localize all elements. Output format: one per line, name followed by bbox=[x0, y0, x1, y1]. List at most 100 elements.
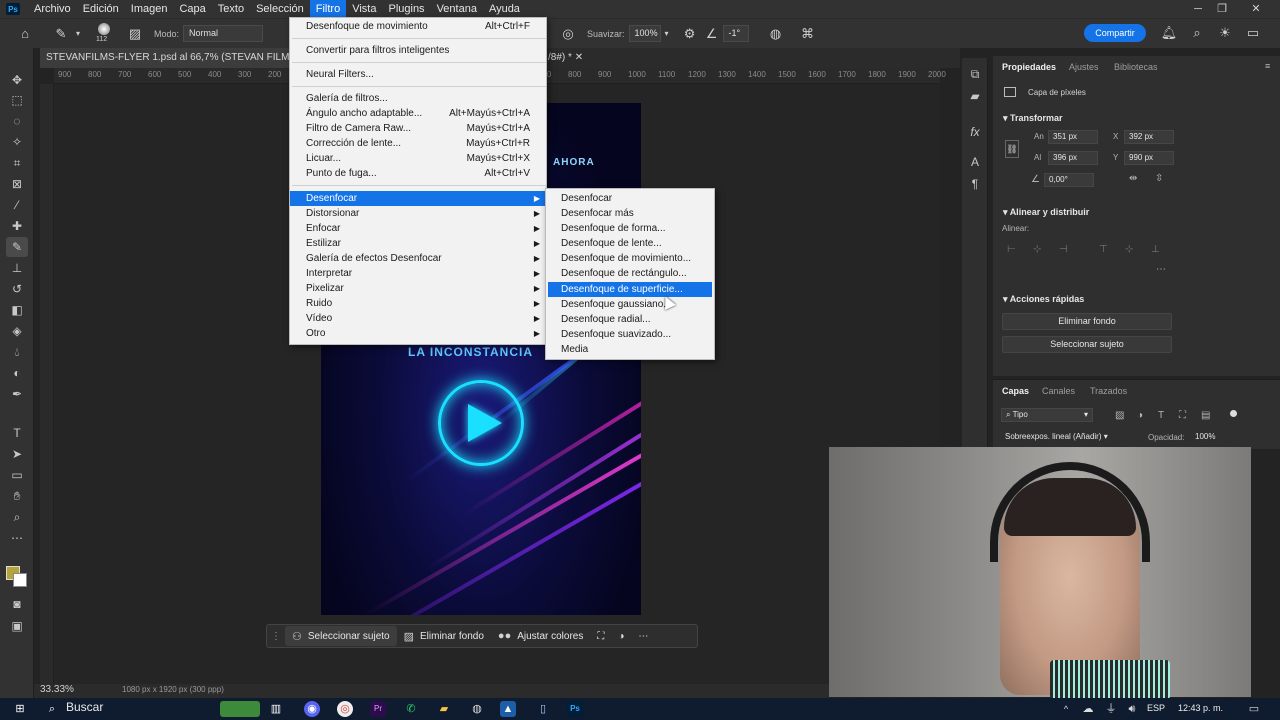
home-icon[interactable]: ⌂ bbox=[14, 23, 36, 45]
width-field[interactable]: 351 px bbox=[1048, 130, 1098, 144]
angle-value[interactable]: -1° bbox=[722, 25, 749, 42]
more-options-icon[interactable]: ⋯ bbox=[631, 626, 655, 646]
submenu-item-blur-more[interactable]: Desenfocar más bbox=[546, 206, 714, 221]
frame-tool-icon[interactable]: ⊠ bbox=[6, 174, 28, 194]
filter-adjust-icon[interactable]: ◑ bbox=[1137, 410, 1143, 421]
healing-tool-icon[interactable]: ✚ bbox=[6, 216, 28, 236]
zoom-level[interactable]: 33.33% bbox=[40, 684, 74, 695]
rotation-field[interactable]: 0,00° bbox=[1044, 173, 1094, 187]
menu-vista[interactable]: Vista bbox=[346, 0, 382, 18]
filter-toggle-icon[interactable] bbox=[1230, 410, 1237, 417]
background-color-swatch[interactable] bbox=[13, 573, 27, 587]
hand-tool-icon[interactable]: ✋︎ bbox=[6, 486, 28, 506]
file-explorer-icon[interactable]: ▰ bbox=[436, 701, 452, 717]
menu-item-filter-gallery[interactable]: Galería de filtros... bbox=[290, 91, 546, 106]
submenu-item-shape-blur[interactable]: Desenfoque de forma... bbox=[546, 221, 714, 236]
app-icon[interactable]: ▲ bbox=[500, 701, 516, 717]
menu-item-distort[interactable]: Distorsionar ▶ bbox=[290, 206, 546, 221]
submenu-item-lens-blur[interactable]: Desenfoque de lente... bbox=[546, 236, 714, 251]
menu-texto[interactable]: Texto bbox=[212, 0, 250, 18]
chevron-down-icon[interactable]: ▾ bbox=[72, 23, 84, 45]
stamp-tool-icon[interactable]: ⊥ bbox=[6, 258, 28, 278]
layer-filter-select[interactable]: ⌕ Tipo ▾ bbox=[1001, 408, 1093, 422]
brush-settings-icon[interactable]: ▨ bbox=[124, 23, 146, 45]
drag-handle-icon[interactable]: ⋮ bbox=[267, 626, 285, 646]
bucket-tool-icon[interactable]: ◈ bbox=[6, 321, 28, 341]
language-indicator[interactable]: ESP bbox=[1147, 703, 1165, 713]
menu-item-other[interactable]: Otro ▶ bbox=[290, 326, 546, 341]
remove-background-panel-button[interactable]: Eliminar fondo bbox=[1002, 313, 1172, 330]
tab-channels[interactable]: Canales bbox=[1042, 386, 1075, 396]
y-field[interactable]: 990 px bbox=[1124, 151, 1174, 165]
type-tool-icon[interactable]: T bbox=[6, 423, 28, 443]
align-bottom-icon[interactable]: ⊥ bbox=[1151, 244, 1160, 255]
menu-ventana[interactable]: Ventana bbox=[431, 0, 483, 18]
bell-icon[interactable]: 🔔︎ bbox=[1158, 22, 1180, 44]
windows-start-icon[interactable]: ⊞ bbox=[12, 701, 28, 717]
adjust-colors-button[interactable]: ●● Ajustar colores bbox=[491, 626, 590, 646]
submenu-item-surface-blur[interactable]: Desenfoque de superficie... bbox=[548, 282, 712, 297]
path-select-tool-icon[interactable]: ➤ bbox=[6, 444, 28, 464]
menu-item-blur[interactable]: Desenfocar ▶ bbox=[290, 191, 546, 206]
close-tab-icon[interactable]: ✕ bbox=[575, 52, 583, 63]
menu-ayuda[interactable]: Ayuda bbox=[483, 0, 526, 18]
menu-item-convert-smart[interactable]: Convertir para filtros inteligentes bbox=[290, 43, 546, 58]
weather-widget-icon[interactable] bbox=[220, 701, 260, 717]
menu-capa[interactable]: Capa bbox=[173, 0, 211, 18]
align-left-icon[interactable]: ⊢ bbox=[1007, 244, 1016, 255]
task-view-icon[interactable]: ▥ bbox=[268, 701, 284, 717]
stylus-pressure-icon[interactable]: ◍ bbox=[765, 23, 787, 45]
blur-tool-icon[interactable]: 💧︎ bbox=[6, 342, 28, 362]
x-field[interactable]: 392 px bbox=[1124, 130, 1174, 144]
align-right-icon[interactable]: ⊣ bbox=[1059, 244, 1068, 255]
submenu-item-motion-blur[interactable]: Desenfoque de movimiento... bbox=[546, 251, 714, 266]
filter-image-icon[interactable]: ▨ bbox=[1115, 410, 1124, 421]
history-brush-tool-icon[interactable]: ↺ bbox=[6, 279, 28, 299]
quick-actions-title[interactable]: ▾ Acciones rápidas bbox=[1003, 294, 1084, 305]
mode-select[interactable]: Normal bbox=[183, 25, 264, 42]
menu-item-blur-gallery[interactable]: Galería de efectos Desenfocar ▶ bbox=[290, 251, 546, 266]
brush-preset-picker[interactable]: 112 bbox=[92, 21, 118, 47]
submenu-item-average[interactable]: Media bbox=[546, 342, 714, 357]
document-tab-suffix[interactable]: /8#) * ✕ bbox=[548, 48, 598, 68]
clock[interactable]: 12:43 p. m. bbox=[1178, 703, 1223, 713]
filter-smart-icon[interactable]: ▤ bbox=[1201, 410, 1210, 421]
menu-item-noise[interactable]: Ruido ▶ bbox=[290, 296, 546, 311]
symmetry-icon[interactable]: ⌘ bbox=[797, 23, 819, 45]
paragraph-icon[interactable]: ¶ bbox=[967, 176, 983, 192]
menu-item-stylize[interactable]: Estilizar ▶ bbox=[290, 236, 546, 251]
panel-menu-icon[interactable]: ≡ bbox=[1265, 61, 1270, 71]
chevron-down-icon[interactable]: ▾ bbox=[661, 23, 673, 45]
photoshop-taskbar-icon[interactable]: Ps bbox=[567, 701, 583, 717]
align-top-icon[interactable]: ⊤ bbox=[1099, 244, 1108, 255]
menu-item-liquify[interactable]: Licuar... Mayús+Ctrl+X bbox=[290, 151, 546, 166]
tab-libraries[interactable]: Bibliotecas bbox=[1114, 62, 1158, 72]
rectangle-tool-icon[interactable]: ▭ bbox=[6, 465, 28, 485]
height-field[interactable]: 396 px bbox=[1048, 151, 1098, 165]
notes-icon[interactable]: ▯ bbox=[535, 701, 551, 717]
brush-tool-icon[interactable]: ✎ bbox=[6, 237, 28, 257]
menu-item-last-filter[interactable]: Desenfoque de movimiento Alt+Ctrl+F bbox=[290, 19, 546, 34]
align-hcenter-icon[interactable]: ⊹ bbox=[1033, 244, 1041, 255]
menu-item-neural-filters[interactable]: Neural Filters... bbox=[290, 67, 546, 82]
adjustment-icon[interactable]: ◑ bbox=[611, 626, 631, 646]
remove-background-button[interactable]: ▨ Eliminar fondo bbox=[397, 626, 491, 646]
dodge-tool-icon[interactable]: ◐ bbox=[6, 363, 28, 383]
menu-item-camera-raw[interactable]: Filtro de Camera Raw... Mayús+Ctrl+A bbox=[290, 121, 546, 136]
menu-seleccion[interactable]: Selección bbox=[250, 0, 310, 18]
select-subject-button[interactable]: ⚇ Seleccionar sujeto bbox=[285, 626, 397, 646]
character-icon[interactable]: A bbox=[967, 154, 983, 170]
tab-adjustments[interactable]: Ajustes bbox=[1069, 62, 1099, 72]
discover-icon[interactable]: ☀︎ bbox=[1214, 22, 1236, 44]
restore-icon[interactable]: ❐ bbox=[1208, 0, 1236, 18]
obs-icon[interactable]: ◍ bbox=[469, 701, 485, 717]
screen-mode-icon[interactable]: ▣ bbox=[6, 616, 28, 636]
quick-select-tool-icon[interactable]: ✧ bbox=[6, 132, 28, 152]
flip-vertical-icon[interactable]: ⇳ bbox=[1155, 173, 1163, 184]
submenu-item-blur[interactable]: Desenfocar bbox=[546, 191, 714, 206]
menu-item-render[interactable]: Interpretar ▶ bbox=[290, 266, 546, 281]
submenu-item-box-blur[interactable]: Desenfoque de rectángulo... bbox=[546, 266, 714, 281]
zoom-tool-icon[interactable]: ⌕ bbox=[6, 507, 28, 527]
blend-mode-select[interactable]: Sobreexpos. lineal (Añadir) ▾ bbox=[1001, 431, 1139, 445]
submenu-item-gaussian-blur[interactable]: Desenfoque gaussiano... bbox=[546, 297, 714, 312]
